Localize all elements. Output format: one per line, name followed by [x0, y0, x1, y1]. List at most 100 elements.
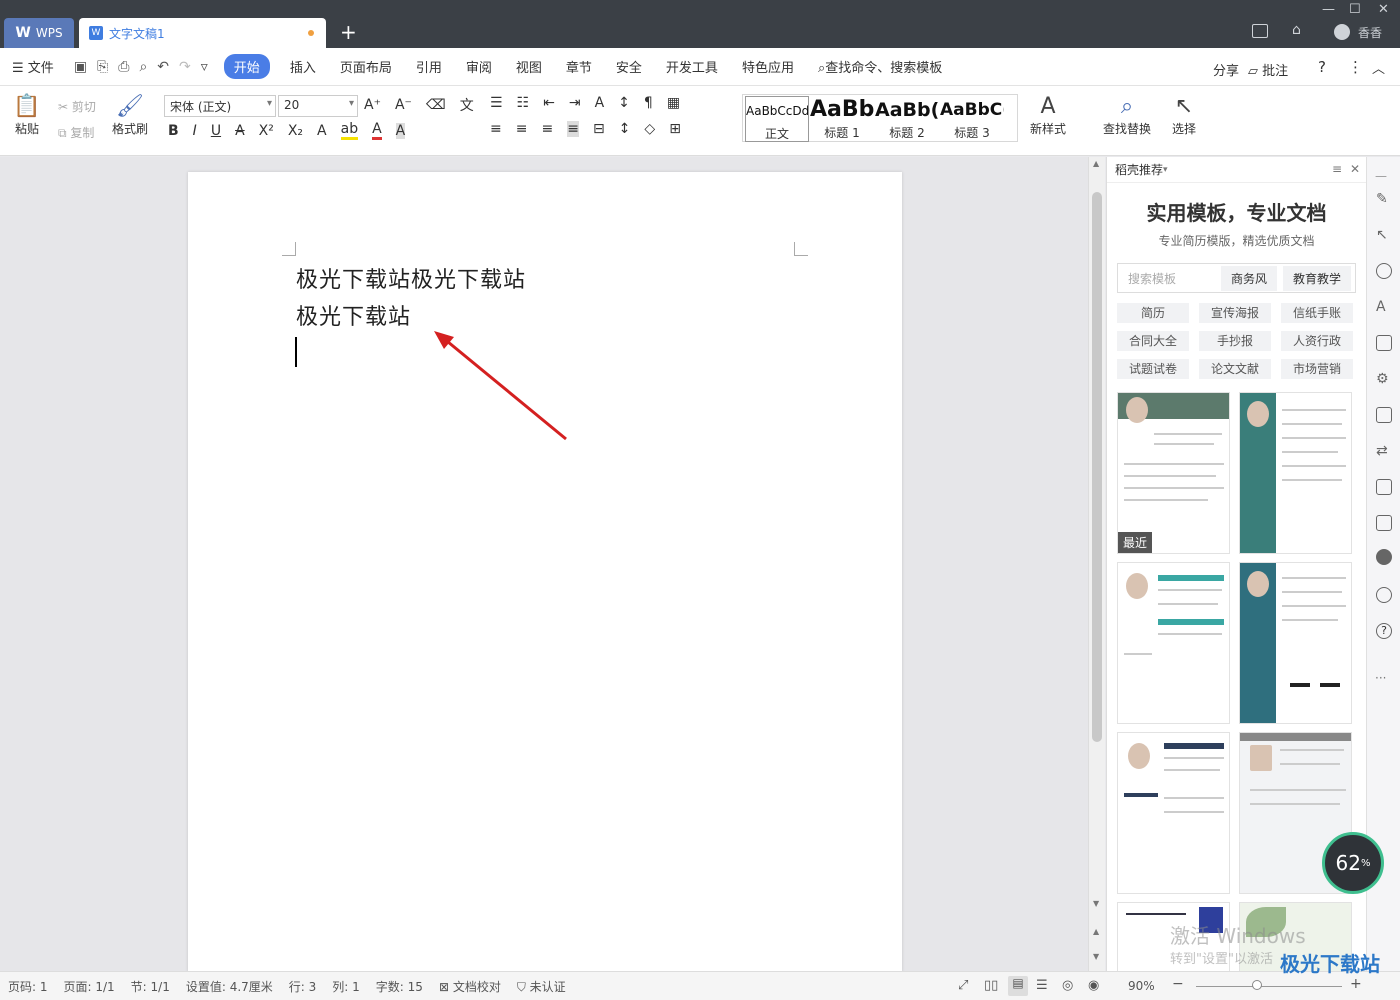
- eye-protection-icon[interactable]: ◉: [1088, 978, 1099, 993]
- image-icon[interactable]: [1376, 515, 1392, 531]
- italic-icon[interactable]: I: [193, 123, 197, 139]
- cut-button[interactable]: ✂ 剪切: [58, 98, 96, 115]
- status-position[interactable]: 设置值: 4.7厘米: [178, 978, 281, 995]
- chip-education[interactable]: 教育教学: [1282, 265, 1351, 291]
- print-icon[interactable]: ⎙: [118, 59, 129, 75]
- zoom-out-icon[interactable]: −: [1172, 976, 1184, 992]
- tab-references[interactable]: 引用: [404, 57, 454, 76]
- document-page[interactable]: 极光下载站极光下载站 极光下载站: [188, 172, 902, 972]
- underline-icon[interactable]: U: [211, 123, 221, 139]
- outline-view-icon[interactable]: ☰: [1036, 978, 1048, 993]
- user-name[interactable]: 香香: [1358, 24, 1382, 41]
- status-pages[interactable]: 页面: 1/1: [56, 978, 123, 995]
- distribute-icon[interactable]: ⊟: [593, 121, 605, 137]
- window-layout-icon[interactable]: [1252, 24, 1268, 38]
- performance-gauge[interactable]: 62%: [1322, 832, 1384, 894]
- collapse-ribbon-icon[interactable]: ︿: [1372, 58, 1385, 77]
- category-contract[interactable]: 合同大全: [1117, 331, 1189, 351]
- category-poster[interactable]: 宣传海报: [1199, 303, 1271, 323]
- new-tab-button[interactable]: +: [340, 20, 357, 44]
- panel-menu-icon[interactable]: ≡: [1332, 162, 1342, 176]
- shrink-font-icon[interactable]: A⁻: [395, 97, 412, 113]
- panel-header-label[interactable]: 稻壳推荐: [1115, 161, 1163, 178]
- prev-page-icon[interactable]: ▲: [1093, 927, 1099, 936]
- category-handwritten[interactable]: 手抄报: [1199, 331, 1271, 351]
- subscript-icon[interactable]: X₂: [288, 123, 303, 139]
- select-button[interactable]: ↖ 选择: [1166, 94, 1202, 137]
- scrollbar-thumb[interactable]: [1092, 192, 1102, 742]
- zoom-level[interactable]: 90%: [1128, 979, 1155, 993]
- save-icon[interactable]: ▣: [74, 59, 87, 75]
- tab-page-layout[interactable]: 页面布局: [328, 57, 404, 76]
- scroll-up-icon[interactable]: ▲: [1093, 159, 1099, 168]
- vertical-scrollbar[interactable]: ▲ ▼ ▲ ▼: [1088, 157, 1105, 971]
- more-horizontal-icon[interactable]: ···: [1375, 671, 1386, 685]
- next-page-icon[interactable]: ▼: [1093, 952, 1099, 961]
- document-line-2[interactable]: 极光下载站: [296, 299, 411, 331]
- command-search[interactable]: ⌕查找命令、搜索模板: [806, 57, 954, 76]
- grow-font-icon[interactable]: A⁺: [364, 97, 381, 113]
- shapes-icon[interactable]: [1376, 263, 1392, 279]
- align-right-icon[interactable]: ≡: [541, 121, 553, 137]
- bold-icon[interactable]: B: [168, 123, 179, 139]
- justify-icon[interactable]: ≡: [567, 121, 579, 137]
- minimize-icon[interactable]: —: [1322, 2, 1335, 17]
- category-thesis[interactable]: 论文文献: [1199, 359, 1271, 379]
- align-center-icon[interactable]: ≡: [516, 121, 528, 137]
- status-page[interactable]: 页码: 1: [0, 978, 56, 995]
- template-card[interactable]: 最近: [1117, 392, 1230, 554]
- select-pointer-icon[interactable]: ↖: [1376, 227, 1392, 243]
- char-shading-icon[interactable]: A: [395, 122, 406, 139]
- clear-format-icon[interactable]: ⌫: [426, 97, 446, 113]
- share-button[interactable]: 分享: [1213, 60, 1239, 79]
- help-icon[interactable]: ?: [1318, 58, 1326, 76]
- customize-chevron-icon[interactable]: ▿: [201, 59, 208, 75]
- chip-business[interactable]: 商务风: [1220, 265, 1277, 291]
- status-col[interactable]: 列: 1: [324, 978, 368, 995]
- template-search-input[interactable]: 搜索模板: [1122, 270, 1215, 287]
- shading-icon[interactable]: ◇: [644, 121, 655, 137]
- maximize-icon[interactable]: ☐: [1349, 2, 1361, 17]
- tab-home[interactable]: 开始: [223, 54, 270, 79]
- template-card[interactable]: [1239, 392, 1352, 554]
- tab-insert[interactable]: 插入: [278, 57, 328, 76]
- strikethrough-icon[interactable]: A: [235, 123, 245, 139]
- style-normal[interactable]: AaBbCcDd 正文: [745, 96, 809, 142]
- status-row[interactable]: 行: 3: [281, 978, 325, 995]
- align-left-icon[interactable]: ≡: [490, 121, 502, 137]
- text-effect-icon[interactable]: A: [317, 123, 327, 139]
- highlight-icon[interactable]: ab: [340, 121, 359, 140]
- wps-home-tab[interactable]: W WPS: [4, 18, 74, 48]
- status-words[interactable]: 字数: 15: [368, 978, 431, 995]
- page-view-icon[interactable]: ▤: [1008, 976, 1028, 996]
- comment-button[interactable]: ▱ 批注: [1248, 60, 1288, 79]
- style-heading3[interactable]: AaBbC( 标题 3: [940, 96, 1004, 142]
- format-painter-button[interactable]: 🖌 格式刷: [108, 94, 152, 137]
- new-style-button[interactable]: A 新样式: [1024, 94, 1072, 137]
- table-border-icon[interactable]: ▦: [667, 95, 680, 111]
- pen-icon[interactable]: ✎: [1376, 191, 1392, 207]
- category-stationery[interactable]: 信纸手账: [1281, 303, 1353, 323]
- print-preview-icon[interactable]: ⌕: [139, 59, 147, 75]
- superscript-icon[interactable]: X²: [259, 123, 274, 139]
- history-icon[interactable]: [1376, 587, 1392, 603]
- decrease-indent-icon[interactable]: ⇤: [543, 95, 555, 111]
- template-card[interactable]: [1117, 732, 1230, 894]
- fullscreen-icon[interactable]: ⤢: [958, 978, 968, 993]
- help-circle-icon[interactable]: ?: [1376, 623, 1392, 639]
- category-marketing[interactable]: 市场营销: [1281, 359, 1353, 379]
- template-card[interactable]: [1239, 562, 1352, 724]
- avatar[interactable]: [1334, 24, 1350, 40]
- strip-collapse-icon[interactable]: —: [1375, 169, 1387, 183]
- paste-button[interactable]: 📋 粘贴: [10, 94, 44, 137]
- category-exam[interactable]: 试题试卷: [1117, 359, 1189, 379]
- zoom-slider[interactable]: [1196, 986, 1342, 987]
- redo-icon[interactable]: ↷: [179, 59, 191, 75]
- template-card[interactable]: [1117, 562, 1230, 724]
- style-heading1[interactable]: AaBb 标题 1: [810, 96, 874, 142]
- adjust-icon[interactable]: ⚙: [1376, 371, 1392, 387]
- show-marks-icon[interactable]: ¶: [644, 95, 653, 111]
- tab-developer[interactable]: 开发工具: [654, 57, 730, 76]
- category-hr[interactable]: 人资行政: [1281, 331, 1353, 351]
- web-view-icon[interactable]: ◎: [1062, 978, 1073, 993]
